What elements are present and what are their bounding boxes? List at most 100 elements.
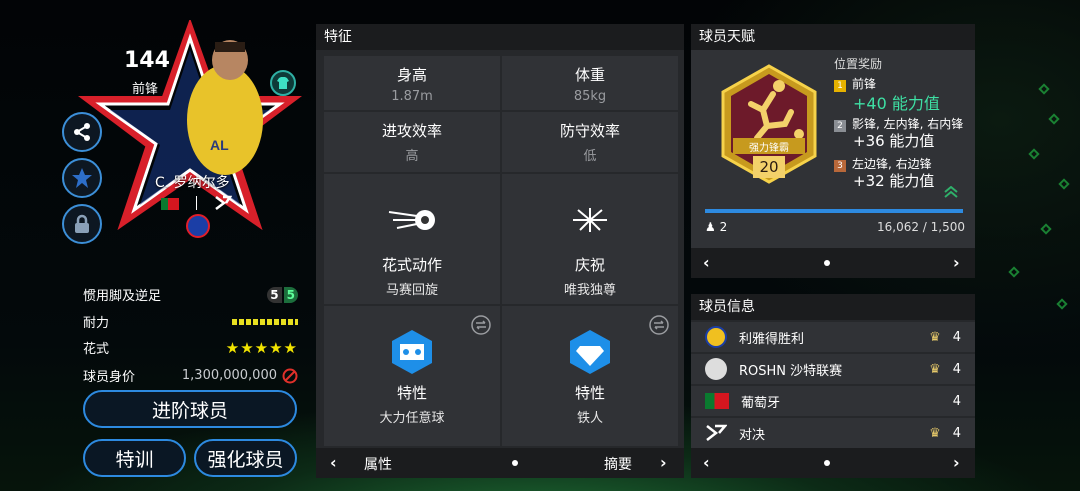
showdown-icon [706, 424, 727, 441]
showdown-icon [215, 195, 232, 210]
enhance-player-button[interactable]: 强化球员 [194, 439, 297, 477]
stat-stamina: 耐力 [83, 312, 298, 331]
weight-label: 体重 [574, 66, 605, 84]
page-dot-active [512, 460, 518, 466]
star-icon [72, 168, 92, 188]
traits-panel: 特征 身高 1.87m 体重 85kg 进攻效率 高 防守效率 低 花式动作 马… [316, 24, 684, 478]
player-value: 1,300,000,000 [181, 368, 277, 383]
celebration-cell[interactable]: 庆祝 唯我独尊 [502, 174, 678, 304]
cup-icon: ♛ [929, 329, 941, 345]
trait2-label: 特性 [574, 384, 605, 402]
info-label: 对决 [739, 427, 766, 443]
bonus-positions: 左边锋, 右边锋 [852, 157, 932, 171]
strong-foot-value: 5 [267, 286, 282, 303]
attack-value: 高 [405, 149, 419, 164]
portugal-flag-icon [705, 393, 729, 409]
talent-nav: ‹ › [691, 248, 975, 278]
page-dot-active [824, 260, 830, 266]
stamina-bar [232, 318, 298, 325]
rank-3-tag: 3 [834, 160, 846, 172]
talent-count: ♟ 2 [705, 220, 728, 234]
weak-foot-value: 5 [283, 286, 298, 303]
stat-label: 惯用脚及逆足 [83, 289, 162, 304]
chevron-up-icon [944, 186, 958, 198]
talent-badge-name: 强力锋霸 [749, 143, 789, 154]
skill-move-cell[interactable]: 花式动作 马赛回旋 [324, 174, 500, 304]
lock-icon [75, 214, 89, 233]
nav-attributes-link[interactable]: 属性 [364, 454, 392, 474]
prev-talent-arrow[interactable]: ‹ [703, 253, 710, 272]
stat-value: 球员身价 1,300,000,000 [83, 366, 298, 385]
trait1-value: 大力任意球 [379, 411, 445, 426]
skill-move-value: 马赛回旋 [385, 283, 438, 298]
skill-move-label: 花式动作 [381, 256, 442, 274]
info-title: 球员信息 [691, 294, 975, 320]
info-panel: 球员信息 利雅得胜利 ♛ 4 ROSHN 沙特联赛 ♛ 4 葡萄牙 4 对决 ♛… [691, 294, 975, 478]
next-info-arrow[interactable]: › [953, 453, 960, 472]
talent-progress-text: 16,062 / 1,500 [876, 220, 965, 234]
weight-value: 85kg [573, 89, 607, 104]
bonus-title: 位置奖励 [834, 57, 883, 71]
trait2-value: 铁人 [576, 411, 603, 426]
traits-title: 特征 [316, 24, 684, 50]
traits-nav: ‹ 属性 摘要 › [316, 448, 684, 478]
celebration-value: 唯我独尊 [563, 283, 616, 298]
prev-page-arrow[interactable]: ‹ [330, 453, 337, 472]
attack-cell: 进攻效率 高 [324, 112, 500, 172]
training-button[interactable]: 特训 [83, 439, 186, 477]
advance-player-button[interactable]: 进阶球员 [83, 390, 297, 428]
trait1-cell[interactable]: 特性 大力任意球 [324, 306, 500, 446]
club-crest-icon [705, 326, 727, 348]
cup-icon: ♛ [929, 425, 941, 441]
iron-man-trait-icon [570, 330, 610, 374]
stat-label: 球员身价 [83, 370, 136, 385]
defense-value: 低 [583, 149, 597, 164]
trait2-cell[interactable]: 特性 铁人 [502, 306, 678, 446]
prev-info-arrow[interactable]: ‹ [703, 453, 710, 472]
attack-label: 进攻效率 [381, 122, 442, 140]
league-logo-icon [705, 358, 727, 380]
talent-badge-level: 20 [759, 158, 779, 176]
info-label: 利雅得胜利 [739, 331, 805, 347]
info-row-club[interactable]: 利雅得胜利 ♛ 4 [691, 322, 975, 352]
nav-summary-link[interactable]: 摘要 [604, 454, 632, 474]
svg-text:AL: AL [210, 137, 229, 153]
cup-icon: ♛ [929, 361, 941, 377]
bonus-value: +36 能力值 [853, 132, 935, 150]
weight-cell: 体重 85kg [502, 56, 678, 110]
swap-icon[interactable] [648, 314, 670, 336]
free-kick-trait-icon [392, 330, 432, 374]
stat-foot: 惯用脚及逆足 5 5 [83, 285, 298, 304]
bonus-positions: 前锋 [852, 77, 877, 91]
info-label: 葡萄牙 [741, 395, 781, 411]
info-row-showdown[interactable]: 对决 ♛ 4 [691, 418, 975, 448]
info-label: ROSHN 沙特联赛 [739, 363, 843, 379]
talent-progress-bar [705, 209, 963, 213]
kit-icon[interactable] [270, 70, 296, 96]
swap-icon[interactable] [470, 314, 492, 336]
info-value: 4 [952, 425, 961, 441]
share-button[interactable] [62, 112, 102, 152]
height-label: 身高 [396, 66, 427, 84]
player-name: C. 罗纳尔多 [155, 175, 230, 191]
next-page-arrow[interactable]: › [660, 453, 667, 472]
fireworks-icon [573, 208, 607, 232]
talent-panel: 球员天赋 强力锋霸 20 位置奖励 1 前锋 +40 能力值 2 影锋, 左内锋, … [691, 24, 975, 278]
trait1-label: 特性 [396, 384, 427, 402]
divider [196, 196, 197, 210]
height-cell: 身高 1.87m [324, 56, 500, 110]
rank-1-tag: 1 [834, 80, 846, 92]
stat-skill: 花式 ★★★★★ [83, 338, 298, 358]
page-dot-active [824, 460, 830, 466]
lock-button[interactable] [62, 204, 102, 244]
info-row-league[interactable]: ROSHN 沙特联赛 ♛ 4 [691, 354, 975, 384]
skill-move-icon [388, 210, 435, 230]
talent-title: 球员天赋 [691, 24, 975, 50]
defense-label: 防守效率 [559, 122, 620, 140]
info-row-nation[interactable]: 葡萄牙 4 [691, 386, 975, 416]
club-badge-icon [186, 214, 210, 238]
favorite-button[interactable] [62, 158, 102, 198]
no-trade-icon [282, 368, 298, 383]
celebration-label: 庆祝 [574, 256, 605, 274]
next-talent-arrow[interactable]: › [953, 253, 960, 272]
